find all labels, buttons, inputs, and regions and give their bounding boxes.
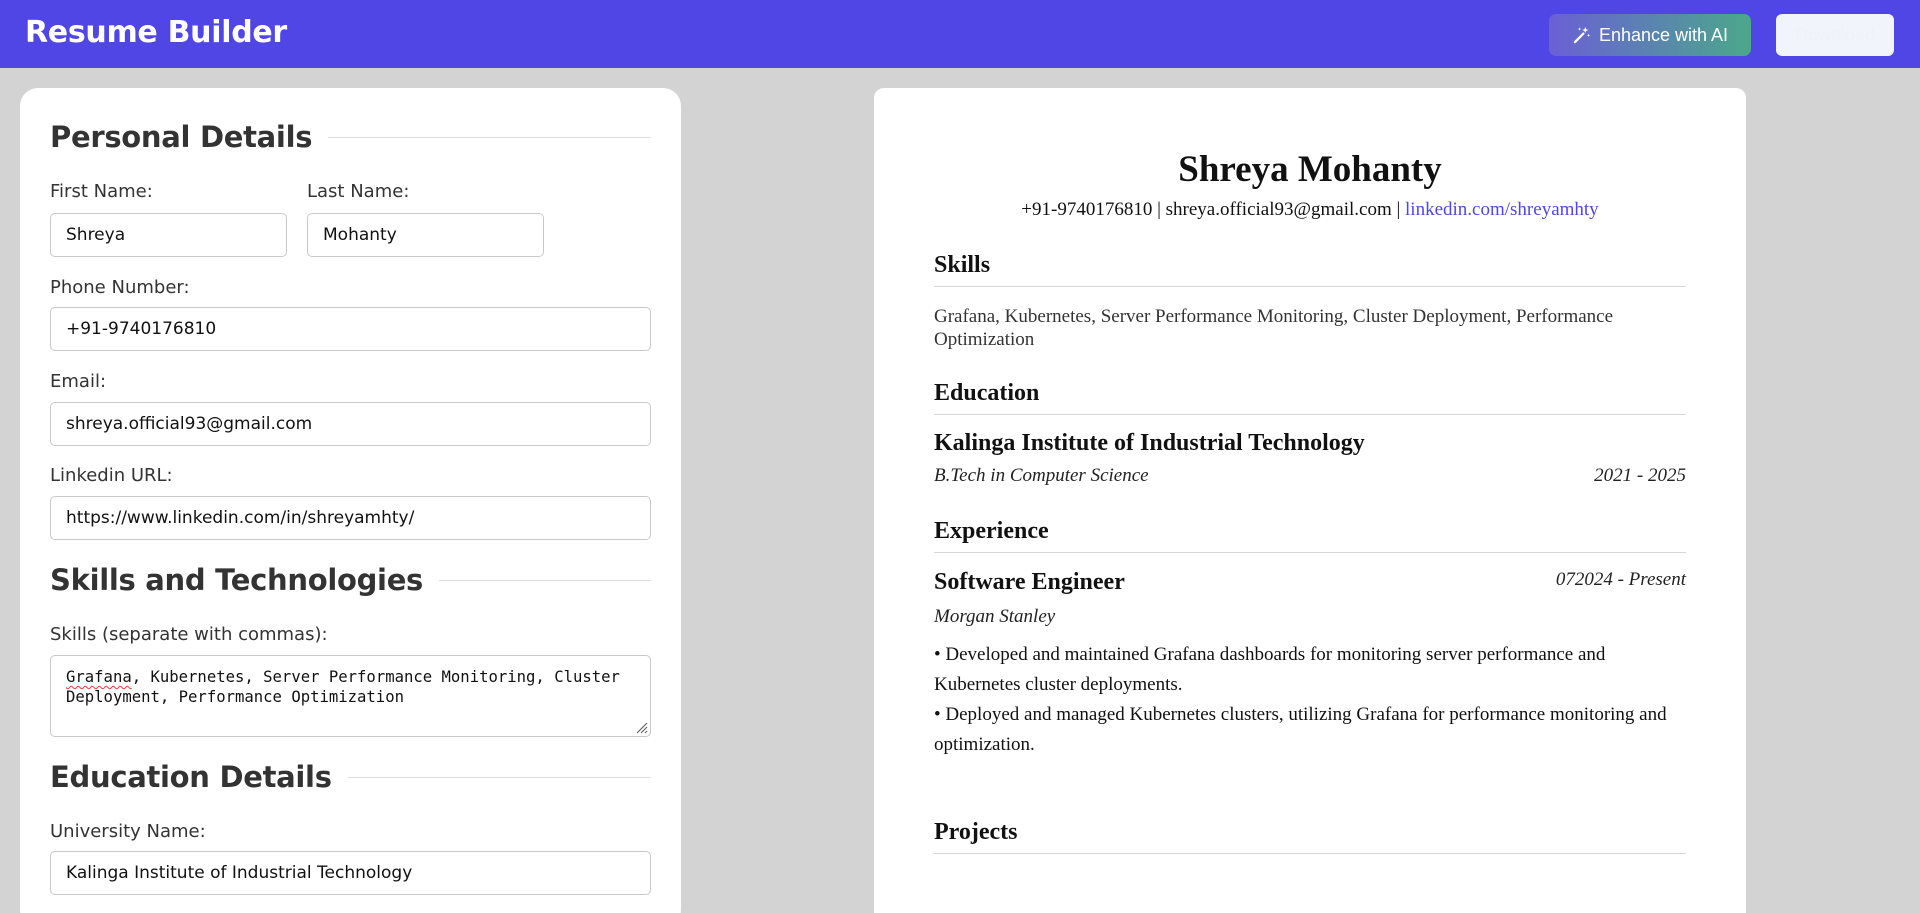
first-name-label: First Name: xyxy=(50,181,153,202)
app-title: Resume Builder xyxy=(25,15,287,50)
linkedin-label: Linkedin URL: xyxy=(50,465,173,486)
resume-edu-years: 2021 - 2025 xyxy=(1594,465,1686,486)
magic-wand-icon xyxy=(1573,26,1591,43)
email-input[interactable]: shreya.official93@gmail.com xyxy=(50,402,651,446)
resume-education-heading: Education xyxy=(934,380,1040,406)
section-rule xyxy=(934,853,1686,854)
download-button[interactable]: Download xyxy=(1776,14,1894,56)
resume-bullet-1: • Developed and maintained Grafana dashb… xyxy=(934,644,1606,695)
resume-contact: +91-9740176810 | shreya.official93@gmail… xyxy=(874,199,1746,221)
linkedin-input[interactable]: https://www.linkedin.com/in/shreyamhty/ xyxy=(50,496,651,540)
section-divider xyxy=(439,579,651,581)
personal-details-heading: Personal Details xyxy=(50,120,651,154)
section-divider xyxy=(347,776,651,778)
section-rule xyxy=(934,552,1686,553)
education-title: Education Details xyxy=(50,760,332,794)
section-rule xyxy=(934,286,1686,287)
personal-details-title: Personal Details xyxy=(50,120,313,154)
resume-company: Morgan Stanley xyxy=(934,606,1056,627)
skills-label: Skills (separate with commas): xyxy=(50,624,328,645)
university-input[interactable]: Kalinga Institute of Industrial Technolo… xyxy=(50,851,651,895)
resize-grip-icon[interactable] xyxy=(634,720,648,734)
skills-heading: Skills and Technologies xyxy=(50,563,651,597)
email-label: Email: xyxy=(50,371,107,392)
resume-job-dates: 072024 - Present xyxy=(1555,569,1686,590)
resume-bullet-2: • Deployed and managed Kubernetes cluste… xyxy=(934,704,1667,755)
skills-title: Skills and Technologies xyxy=(50,563,424,597)
section-rule xyxy=(934,414,1686,415)
university-label: University Name: xyxy=(50,821,206,842)
resume-projects-heading: Projects xyxy=(934,819,1018,845)
phone-input[interactable]: +91-9740176810 xyxy=(50,307,651,351)
resume-university: Kalinga Institute of Industrial Technolo… xyxy=(934,430,1365,456)
section-divider xyxy=(328,136,651,138)
last-name-label: Last Name: xyxy=(307,181,410,202)
resume-linkedin-link[interactable]: linkedin.com/shreyamhty xyxy=(1405,199,1599,220)
first-name-input[interactable]: Shreya xyxy=(50,213,287,257)
phone-label: Phone Number: xyxy=(50,277,190,298)
skills-first-word: Grafana xyxy=(66,668,132,686)
skills-textarea[interactable]: Grafana, Kubernetes, Server Performance … xyxy=(50,655,651,737)
last-name-input[interactable]: Mohanty xyxy=(307,213,544,257)
resume-name: Shreya Mohanty xyxy=(1178,149,1442,190)
enhance-button-label: Enhance with AI xyxy=(1598,24,1729,45)
resume-experience-heading: Experience xyxy=(934,518,1049,544)
resume-contact-text: +91-9740176810 | shreya.official93@gmail… xyxy=(1021,199,1406,220)
resume-skills-heading: Skills xyxy=(934,252,991,278)
form-panel: Personal Details First Name: Shreya Last… xyxy=(20,88,681,913)
education-heading: Education Details xyxy=(50,760,651,794)
enhance-with-ai-button[interactable]: Enhance with AI xyxy=(1549,14,1751,56)
resume-preview: Shreya Mohanty +91-9740176810 | shreya.o… xyxy=(874,88,1746,913)
resume-skills-text: Grafana, Kubernetes, Server Performance … xyxy=(934,306,1614,350)
skills-rest: , Kubernetes, Server Performance Monitor… xyxy=(66,668,620,706)
top-bar: Resume Builder Enhance with AI Download xyxy=(0,0,1920,68)
